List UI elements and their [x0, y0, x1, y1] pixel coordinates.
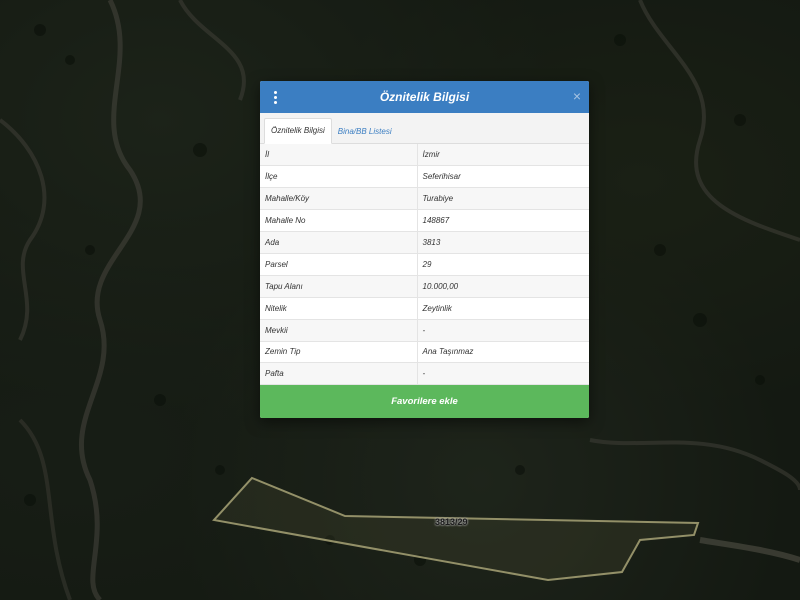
table-row: İlçe Seferihisar	[260, 165, 589, 189]
row-value: 148867	[417, 209, 589, 233]
row-key: Ada	[260, 231, 418, 254]
row-value: 3813	[417, 231, 589, 254]
tab-bar: Öznitelik Bilgisi Bina/BB Listesi	[260, 113, 589, 144]
row-key: Tapu Alanı	[260, 275, 418, 298]
row-value: Seferihisar	[417, 165, 589, 189]
row-value: Zeytinlik	[417, 297, 589, 320]
row-key: İlçe	[260, 165, 418, 189]
table-row: Pafta -	[260, 362, 589, 386]
modal-header: Öznitelik Bilgisi ×	[260, 81, 589, 113]
table-row: Mahalle/Köy Turabiye	[260, 187, 589, 211]
tab-attribute-info[interactable]: Öznitelik Bilgisi	[264, 118, 332, 144]
attribute-info-modal: Öznitelik Bilgisi × Öznitelik Bilgisi Bi…	[260, 81, 589, 419]
attribute-table: İl İzmir İlçe Seferihisar Mahalle/Köy Turab…	[260, 144, 589, 386]
add-to-favorites-button[interactable]: Favorilere ekle	[260, 385, 589, 419]
row-value: İzmir	[417, 144, 589, 167]
table-row: Tapu Alanı 10.000,00	[260, 275, 589, 298]
row-value: -	[417, 362, 589, 386]
table-row: Mevkii -	[260, 319, 589, 342]
table-row: Mahalle No 148867	[260, 209, 589, 233]
vertical-dots-icon	[273, 90, 277, 104]
row-key: Nitelik	[260, 297, 418, 320]
close-icon[interactable]: ×	[573, 88, 581, 104]
row-value: Ana Taşınmaz	[417, 341, 589, 364]
row-key: Pafta	[260, 362, 418, 386]
row-key: Zemin Tip	[260, 341, 418, 364]
tab-building-list[interactable]: Bina/BB Listesi	[332, 120, 398, 144]
row-value: Turabiye	[417, 187, 589, 211]
row-value: 29	[417, 253, 589, 276]
row-value: 10.000,00	[417, 275, 589, 298]
row-key: Mahalle No	[260, 209, 418, 233]
menu-button[interactable]	[260, 81, 290, 113]
table-row: Ada 3813	[260, 231, 589, 254]
row-key: Mevkii	[260, 319, 418, 342]
row-key: Parsel	[260, 253, 418, 276]
row-value: -	[417, 319, 589, 342]
table-row: Parsel 29	[260, 253, 589, 276]
table-row: İl İzmir	[260, 144, 589, 167]
table-row: Nitelik Zeytinlik	[260, 297, 589, 320]
row-key: İl	[260, 144, 418, 167]
modal-title: Öznitelik Bilgisi	[379, 90, 470, 104]
row-key: Mahalle/Köy	[260, 187, 418, 211]
table-row: Zemin Tip Ana Taşınmaz	[260, 341, 589, 364]
